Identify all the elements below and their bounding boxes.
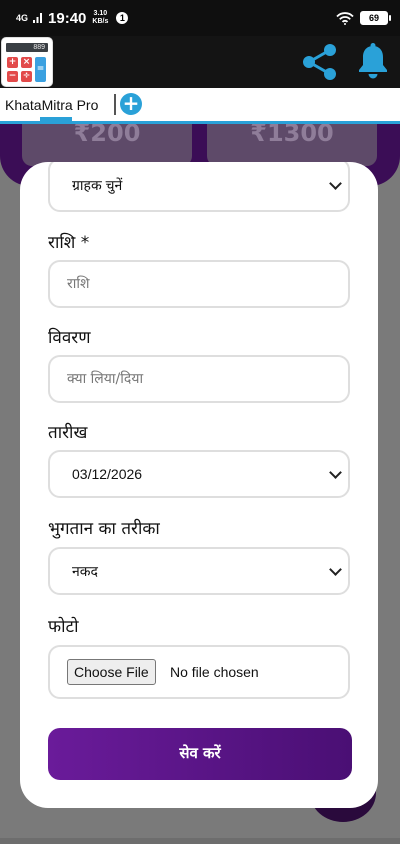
chevron-down-icon	[329, 466, 342, 479]
amount-placeholder: राशि	[67, 276, 90, 292]
network-type: 4G	[16, 12, 29, 23]
add-entry-modal: ग्राहक चुनें राशि * राशि विवरण क्या लिया…	[20, 162, 378, 808]
description-input[interactable]: क्या लिया/दिया	[48, 355, 350, 403]
chevron-down-icon	[329, 177, 342, 190]
logo-key-equals: =	[35, 57, 46, 82]
description-placeholder: क्या लिया/दिया	[67, 371, 144, 387]
notification-badge: 1	[116, 12, 129, 24]
summary-card-right: ₹1300	[207, 124, 377, 166]
chevron-down-icon	[329, 563, 342, 576]
wifi-icon	[336, 12, 354, 25]
app-bar: 889 + × − ÷ =	[0, 36, 400, 88]
summary-amount-left: ₹200	[73, 124, 141, 147]
amount-input[interactable]: राशि	[48, 260, 350, 308]
customer-select-value: ग्राहक चुनें	[72, 177, 123, 193]
add-tab-button[interactable]: +	[120, 93, 142, 115]
signal-icon	[33, 13, 43, 23]
photo-label: फोटो	[48, 617, 79, 637]
tab-khatamitra-pro[interactable]: KhataMitra Pro	[5, 97, 98, 113]
share-icon[interactable]	[300, 44, 340, 80]
calculator-icon: 889 + × − ÷ =	[2, 38, 52, 86]
customer-select[interactable]: ग्राहक चुनें	[48, 162, 350, 212]
date-select[interactable]: 03/12/2026	[48, 450, 350, 498]
net-speed: 3.10 KB/s	[92, 10, 109, 25]
photo-file-input: Choose File No file chosen	[48, 645, 350, 699]
description-label: विवरण	[48, 328, 91, 348]
tab-indicator	[40, 117, 72, 121]
status-left: 4G 19:40 3.10 KB/s 1	[16, 9, 129, 27]
logo-key-divide: ÷	[21, 71, 32, 82]
tab-divider	[114, 94, 116, 115]
status-time: 19:40	[48, 9, 87, 27]
logo-key-plus: +	[7, 57, 18, 68]
payment-method-value: नकद	[72, 563, 98, 579]
payment-method-select[interactable]: नकद	[48, 547, 350, 595]
save-button[interactable]: सेव करें	[48, 728, 352, 780]
summary-card-left: ₹200	[22, 124, 192, 166]
amount-label: राशि *	[48, 233, 90, 253]
summary-amount-right: ₹1300	[250, 124, 334, 147]
date-label: तारीख	[48, 423, 88, 443]
file-status: No file chosen	[170, 664, 259, 680]
logo-key-times: ×	[21, 57, 32, 68]
bell-icon[interactable]	[356, 42, 390, 80]
status-bar: 4G 19:40 3.10 KB/s 1 69	[0, 0, 400, 36]
tab-bar: KhataMitra Pro +	[0, 88, 400, 124]
status-right: 69	[336, 11, 391, 25]
choose-file-button[interactable]: Choose File	[67, 659, 156, 685]
logo-key-minus: −	[7, 71, 18, 82]
background-bottom-strip	[0, 838, 400, 844]
payment-method-label: भुगतान का तरीका	[48, 519, 160, 539]
date-value: 03/12/2026	[72, 466, 143, 482]
battery-icon: 69	[360, 11, 391, 25]
logo-display: 889	[6, 43, 48, 52]
